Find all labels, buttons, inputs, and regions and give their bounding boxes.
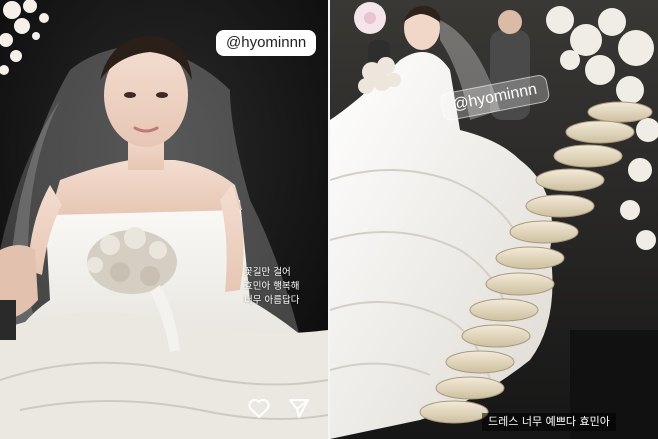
heart-icon[interactable] — [247, 396, 271, 420]
mention-sticker[interactable]: @hyominnn — [216, 30, 317, 56]
caption-line: 효민아 행복해 — [244, 281, 300, 292]
caption-line: 너무 아름답다 — [244, 295, 300, 306]
pink-flower-decoration — [354, 2, 386, 34]
bride-with-mushroom-stairs-photo — [330, 0, 658, 439]
send-icon[interactable] — [287, 396, 311, 420]
right-story-panel: @hyominnn 드레스 너무 예쁘다 효민아 — [330, 0, 658, 439]
bride-on-stage-photo — [0, 0, 328, 439]
caption-line: 꽃길만 걸어 — [244, 267, 291, 278]
story-caption: 드레스 너무 예쁘다 효민아 — [482, 413, 616, 431]
left-story-panel: @hyominnn 꽃길만 걸어 효민아 행복해 너무 아름답다 — [0, 0, 328, 439]
story-caption: 꽃길만 걸어 효민아 행복해 너무 아름답다 — [244, 266, 324, 308]
